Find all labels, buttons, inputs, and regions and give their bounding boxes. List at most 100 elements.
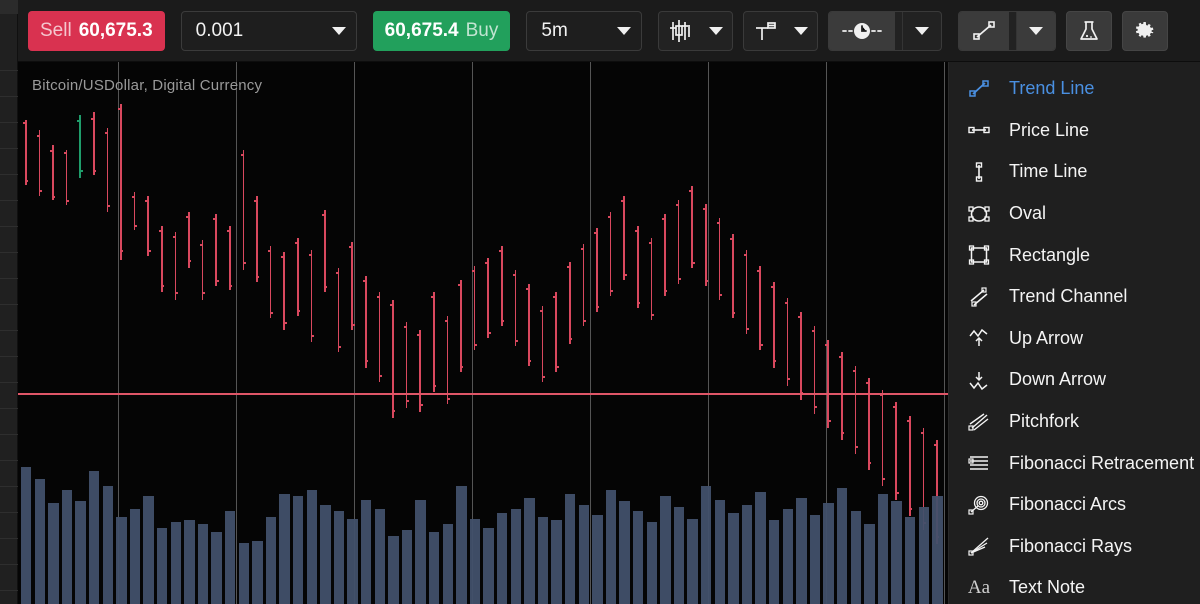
volume-bar xyxy=(619,501,630,604)
menu-item-rectangle[interactable]: Rectangle xyxy=(949,234,1200,276)
menu-item-label: Up Arrow xyxy=(1009,327,1084,348)
menu-item-label: Down Arrow xyxy=(1009,369,1107,390)
price-scale-rail[interactable] xyxy=(0,0,18,604)
volume-bar xyxy=(905,516,916,604)
price-scale-tick xyxy=(0,148,18,149)
volume-bar xyxy=(809,514,821,604)
volume-bar xyxy=(823,503,834,604)
volume-bar xyxy=(401,529,413,604)
volume-bar xyxy=(34,478,45,604)
chevron-down-icon xyxy=(1029,26,1044,35)
menu-item-price-line[interactable]: Price Line xyxy=(949,110,1200,152)
session-clock-button[interactable] xyxy=(828,10,943,51)
menu-item-label: Text Note xyxy=(1009,577,1086,598)
volume-bar xyxy=(388,535,399,604)
chevron-down-icon xyxy=(617,26,632,35)
volume-bar xyxy=(429,531,440,604)
price-scale-tick xyxy=(0,486,18,487)
volume-bar xyxy=(116,516,127,604)
volume-bar xyxy=(524,497,535,604)
volume-bar xyxy=(157,528,168,604)
volume-bar xyxy=(850,510,861,604)
price-scale-tick xyxy=(0,512,18,513)
volume-bar xyxy=(932,495,943,604)
menu-item-up-arrow[interactable]: Up Arrow xyxy=(949,318,1200,360)
scale-settings-button[interactable] xyxy=(743,10,819,51)
menu-item-label: Fibonacci Retracement xyxy=(1009,452,1195,473)
menu-item-fibonacci-arcs[interactable]: Fibonacci Arcs xyxy=(949,484,1200,526)
price-scale-tick xyxy=(0,408,18,409)
price-scale-tick xyxy=(0,96,18,97)
chart-title: Bitcoin/USDollar, Digital Currency xyxy=(32,77,263,94)
trading-chart-app: Sell 60,675.3 0.001 60,675.4 Buy 5m Bitc… xyxy=(0,0,1200,604)
sell-button[interactable]: Sell 60,675.3 xyxy=(28,10,165,51)
trend-line-tool-icon[interactable] xyxy=(959,11,1010,50)
session-clock-icon[interactable] xyxy=(829,11,896,50)
menu-item-down-arrow[interactable]: Down Arrow xyxy=(949,359,1200,401)
menu-item-fibonacci-retracement[interactable]: Fibonacci Retracement xyxy=(949,442,1200,484)
volume-bar xyxy=(891,501,902,604)
volume-bar xyxy=(211,531,222,604)
volume-bar xyxy=(769,520,780,604)
price-scale-tick xyxy=(0,356,18,357)
indicators-flask-icon xyxy=(1077,19,1101,43)
trend-channel-icon xyxy=(965,287,993,307)
quantity-select[interactable]: 0.001 xyxy=(180,10,357,51)
rectangle-icon xyxy=(965,245,993,265)
buy-price: 60,675.4 xyxy=(384,19,459,41)
timeframe-select[interactable]: 5m xyxy=(526,10,643,51)
volume-bar xyxy=(918,507,929,604)
price-scale-tick xyxy=(0,252,18,253)
drawing-tool-button[interactable] xyxy=(958,10,1057,51)
volume-bar xyxy=(796,497,807,604)
menu-item-label: Fibonacci Arcs xyxy=(1009,494,1127,515)
up-arrow-icon xyxy=(965,328,993,348)
menu-item-oval[interactable]: Oval xyxy=(949,193,1200,235)
buy-button[interactable]: 60,675.4 Buy xyxy=(372,10,511,51)
buy-label: Buy xyxy=(465,19,499,41)
settings-button[interactable] xyxy=(1122,10,1169,51)
chevron-down-icon xyxy=(709,26,724,35)
menu-item-label: Oval xyxy=(1009,203,1047,224)
price-scale-tick xyxy=(0,330,18,331)
price-scale-tick xyxy=(0,564,18,565)
menu-item-label: Rectangle xyxy=(1009,244,1091,265)
oval-icon xyxy=(965,204,993,224)
volume-bar xyxy=(782,509,793,604)
quantity-value: 0.001 xyxy=(195,19,244,41)
volume-bar xyxy=(347,518,358,604)
session-clock-dropdown[interactable] xyxy=(902,11,941,50)
volume-bar xyxy=(877,493,889,604)
menu-item-time-line[interactable]: Time Line xyxy=(949,151,1200,193)
chevron-down-icon xyxy=(794,26,809,35)
menu-item-fibonacci-rays[interactable]: Fibonacci Rays xyxy=(949,526,1200,568)
volume-bar xyxy=(279,493,290,604)
menu-item-trend-channel[interactable]: Trend Channel xyxy=(949,276,1200,318)
volume-bar xyxy=(306,490,317,604)
menu-item-label: Trend Line xyxy=(1009,78,1095,99)
volume-bar xyxy=(415,499,426,604)
volume-bar xyxy=(225,510,236,604)
menu-item-label: Time Line xyxy=(1009,161,1088,182)
volume-bar xyxy=(592,514,603,604)
volume-bar xyxy=(660,495,671,604)
volume-bar xyxy=(21,467,32,604)
drawing-tools-menu: Trend Line Price Line Time Line Oval Rectang… xyxy=(948,62,1200,604)
volume-bar xyxy=(333,510,345,604)
time-line-icon xyxy=(965,162,993,182)
indicators-button[interactable] xyxy=(1066,10,1113,51)
drawing-tool-dropdown-toggle[interactable] xyxy=(1016,11,1056,50)
volume-bar xyxy=(143,495,154,604)
volume-bar xyxy=(728,512,739,604)
menu-item-pitchfork[interactable]: Pitchfork xyxy=(949,401,1200,443)
pitchfork-icon xyxy=(965,412,993,432)
volume-bar xyxy=(605,490,617,604)
volume-bar xyxy=(374,509,385,604)
volume-bar xyxy=(565,493,576,604)
volume-bar xyxy=(469,518,481,604)
chart-type-button[interactable] xyxy=(658,10,734,51)
volume-bar xyxy=(293,495,304,604)
volume-bar xyxy=(184,520,195,604)
menu-item-text-note[interactable]: Aa Text Note xyxy=(949,567,1200,604)
menu-item-trend-line[interactable]: Trend Line xyxy=(949,68,1200,110)
